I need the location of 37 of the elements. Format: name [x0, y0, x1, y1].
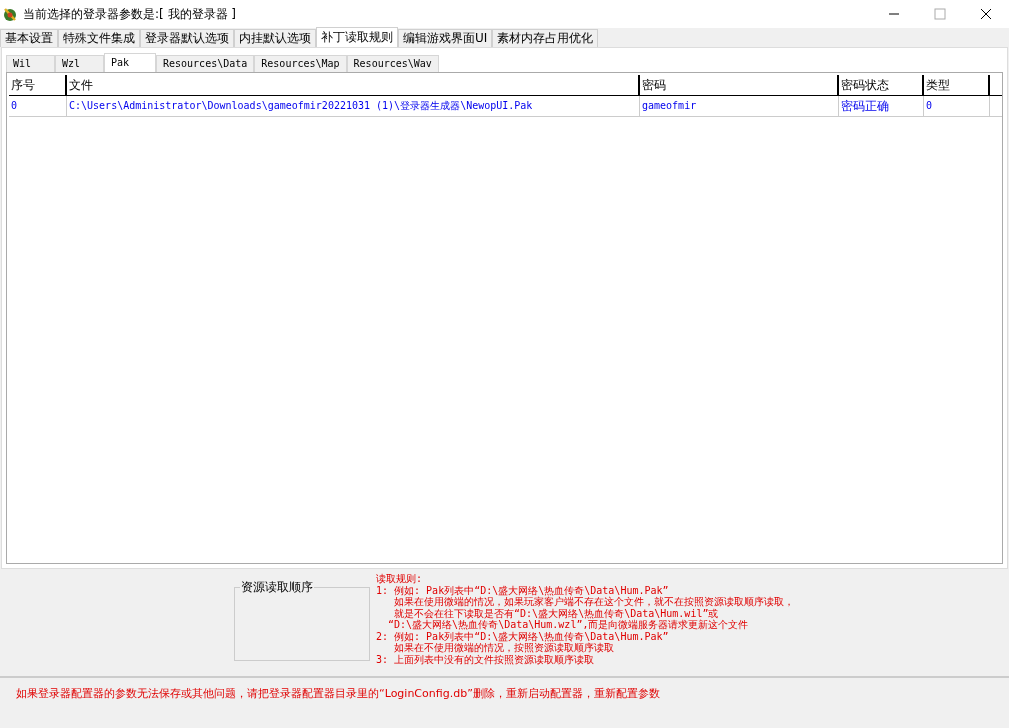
footer-notice: 如果登录器配置器的参数无法保存或其他问题，请把登录器配置器目录里的“LoginConfig.db”删除，重新启动配置器，重新配置参数: [16, 687, 660, 700]
sub-tab[interactable]: Resources\Map: [254, 55, 347, 72]
sub-tab[interactable]: Wzl: [55, 55, 104, 72]
sub-tab[interactable]: Resources\Wav: [346, 55, 439, 72]
main-tab[interactable]: 基本设置: [0, 29, 58, 47]
column-header[interactable]: 序号: [9, 75, 67, 95]
rule-line: 如果在使用微端的情况，如果玩家客户端不存在这个文件，就不在按照资源读取顺序读取，: [393, 596, 795, 608]
sub-tab[interactable]: Resources\Data: [156, 55, 255, 72]
rule-line: “D:\盛大网络\热血传奇\Data\Hum.wzl”,而是向微端服务器请求更新这个文件: [387, 619, 750, 631]
table-cell: 0: [924, 96, 990, 116]
column-header[interactable]: 文件: [67, 75, 640, 95]
table-cell: gameofmir: [640, 96, 839, 116]
rule-line: 就是不会在往下读取是否有“D:\盛大网络\热血传奇\Data\Hum.wil”或: [393, 607, 720, 619]
maximize-icon: [934, 8, 946, 20]
rule-line: 3: 上面列表中没有的文件按照资源读取顺序读取: [376, 653, 596, 665]
column-header[interactable]: 密码: [640, 75, 839, 95]
column-header[interactable]: 类型: [924, 75, 990, 95]
table-cell: 0: [9, 96, 67, 116]
main-tab[interactable]: 素材内存占用优化: [492, 29, 599, 47]
main-tab[interactable]: 特殊文件集成: [58, 29, 140, 47]
window-title: 当前选择的登录器参数是:[ 我的登录器 ]: [23, 5, 237, 23]
close-icon: [980, 8, 992, 20]
rule-line: 读取规则:: [376, 573, 424, 585]
rule-line: 2: 例如: Pak列表中“D:\盛大网络\热血传奇\Data\Hum.Pak”: [376, 630, 670, 642]
table-cell: C:\Users\Administrator\Downloads\gameofmir20221031 (1)\登录器生成器\NewopUI.Pak: [67, 96, 640, 116]
rule-line: 如果在不使用微端的情况，按照资源读取顺序读取: [393, 642, 616, 654]
main-tab[interactable]: 补丁读取规则: [316, 27, 398, 47]
app-logo-icon: [2, 6, 18, 22]
main-tab[interactable]: 编辑游戏界面UI: [398, 29, 493, 47]
rule-line: 1: 例如: Pak列表中“D:\盛大网络\热血传奇\Data\Hum.Pak”: [376, 584, 670, 596]
sub-tab[interactable]: Wil: [6, 55, 55, 72]
main-tab[interactable]: 内挂默认选项: [234, 29, 316, 47]
main-tab[interactable]: 登录器默认选项: [140, 29, 234, 47]
group-label: 资源读取顺序: [240, 579, 314, 596]
table-cell: 密码正确: [839, 96, 924, 116]
column-header[interactable]: 密码状态: [839, 75, 924, 95]
sub-tab[interactable]: Pak: [104, 53, 156, 72]
